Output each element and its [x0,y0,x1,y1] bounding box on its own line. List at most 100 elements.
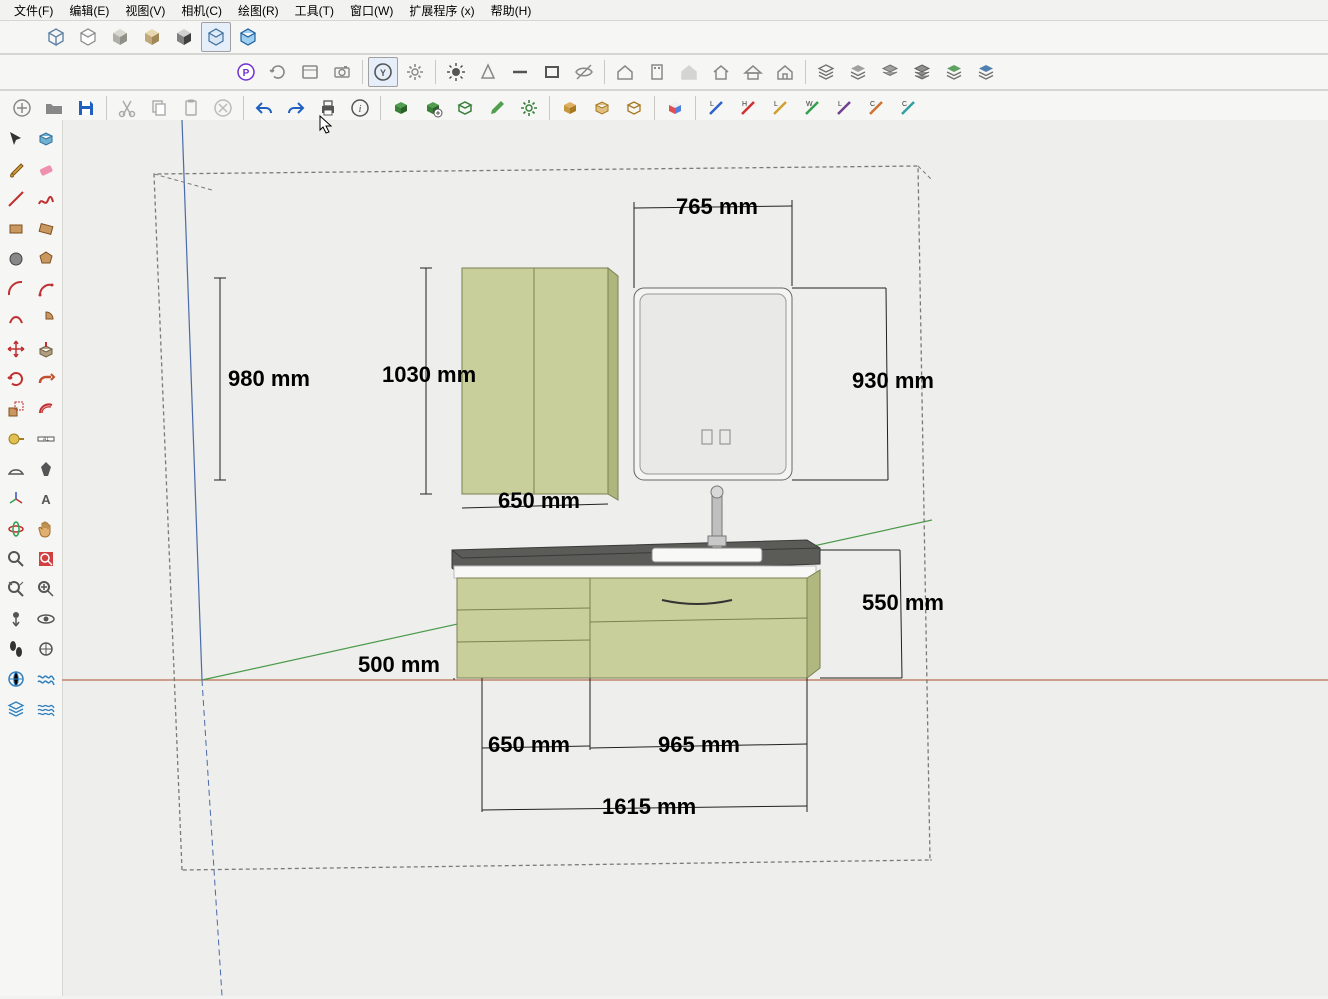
arc-tool-icon[interactable] [2,275,30,303]
house-5-icon[interactable] [770,57,800,87]
look-around-tool-icon[interactable] [32,605,60,633]
eraser-tool-icon[interactable] [32,155,60,183]
comp-1-icon[interactable] [386,93,416,123]
eye-off-icon[interactable] [569,57,599,87]
dimension-tool-icon[interactable]: A1 [32,425,60,453]
menu-tools[interactable]: 工具(T) [287,2,342,19]
followme-tool-icon[interactable] [32,365,60,393]
open-icon[interactable] [39,93,69,123]
zoom-extents-tool-icon[interactable] [2,575,30,603]
style-shaded-icon[interactable] [105,22,135,52]
zoom-window-tool-icon[interactable] [32,545,60,573]
scale-tool-icon[interactable] [2,395,30,423]
layers-5-icon[interactable] [939,57,969,87]
select-tool-icon[interactable] [2,125,30,153]
layers-2-icon[interactable] [843,57,873,87]
refresh-icon[interactable] [263,57,293,87]
house-2-icon[interactable] [674,57,704,87]
menu-view[interactable]: 视图(V) [117,2,173,19]
orbit-tool-icon[interactable] [2,515,30,543]
menu-help[interactable]: 帮助(H) [483,2,540,19]
rectangle-tool-icon[interactable] [2,215,30,243]
pen-7-icon[interactable]: C [893,93,923,123]
house-4-icon[interactable] [738,57,768,87]
style-mono-icon[interactable] [169,22,199,52]
cut-icon[interactable] [112,93,142,123]
style-xray-icon[interactable] [201,22,231,52]
camera-icon[interactable] [327,57,357,87]
new-icon[interactable] [7,93,37,123]
box-2-icon[interactable] [587,93,617,123]
comp-3-icon[interactable] [450,93,480,123]
viewport-3d[interactable]: 980 mm 1030 mm 650 mm 765 mm 930 mm 500 … [62,120,1328,996]
layers-tool-icon[interactable] [2,695,30,723]
comp-2-icon[interactable] [418,93,448,123]
3dtext-tool-icon[interactable]: A [32,485,60,513]
rect-icon[interactable] [537,57,567,87]
pen-1-icon[interactable]: L [701,93,731,123]
gear-icon[interactable] [400,57,430,87]
save-icon[interactable] [71,93,101,123]
line-tool-icon[interactable] [2,185,30,213]
tape-tool-icon[interactable] [2,425,30,453]
arc2-tool-icon[interactable] [32,275,60,303]
axes-tool-icon[interactable] [2,485,30,513]
waves-tool-icon[interactable] [32,665,60,693]
layers-3-icon[interactable] [875,57,905,87]
menu-draw[interactable]: 绘图(R) [230,2,287,19]
protractor-tool-icon[interactable] [2,455,30,483]
paint-tool-icon[interactable] [2,155,30,183]
box-1-icon[interactable] [555,93,585,123]
rotated-rect-tool-icon[interactable] [32,215,60,243]
delete-icon[interactable] [208,93,238,123]
brush-icon[interactable] [482,93,512,123]
plugin-p-icon[interactable]: P [231,57,261,87]
pen-2-icon[interactable]: H [733,93,763,123]
gear2-icon[interactable] [514,93,544,123]
menu-ext[interactable]: 扩展程序 (x) [401,2,482,19]
clock-y-icon[interactable]: Y [368,57,398,87]
house-1-icon[interactable] [610,57,640,87]
building-icon[interactable] [642,57,672,87]
house-3-icon[interactable] [706,57,736,87]
style-hidden-line-icon[interactable] [73,22,103,52]
section-tool-icon[interactable] [32,635,60,663]
previous-view-tool-icon[interactable] [32,575,60,603]
frame-icon[interactable] [295,57,325,87]
rotate-tool-icon[interactable] [2,365,30,393]
line-icon[interactable] [505,57,535,87]
move-tool-icon[interactable] [2,335,30,363]
copy-icon[interactable] [144,93,174,123]
pie-tool-icon[interactable] [32,305,60,333]
offset-tool-icon[interactable] [32,395,60,423]
text-tool-icon[interactable] [32,455,60,483]
menu-file[interactable]: 文件(F) [6,2,61,19]
style-shaded-tex-icon[interactable] [137,22,167,52]
circle-tool-icon[interactable] [2,245,30,273]
pen-5-icon[interactable]: L [829,93,859,123]
layers-6-icon[interactable] [971,57,1001,87]
redo-icon[interactable] [281,93,311,123]
sandbox-tool-icon[interactable] [2,665,30,693]
pan-tool-icon[interactable] [32,515,60,543]
layers-4-icon[interactable] [907,57,937,87]
menu-edit[interactable]: 编辑(E) [61,2,117,19]
menu-camera[interactable]: 相机(C) [173,2,230,19]
cone-icon[interactable] [473,57,503,87]
style-back-edges-icon[interactable] [233,22,263,52]
pen-4-icon[interactable]: W [797,93,827,123]
zoom-tool-icon[interactable] [2,545,30,573]
paste-icon[interactable] [176,93,206,123]
waves2-tool-icon[interactable] [32,695,60,723]
sun-icon[interactable] [441,57,471,87]
walk-tool-icon[interactable] [2,635,30,663]
style-wireframe-icon[interactable] [41,22,71,52]
box-3-icon[interactable] [619,93,649,123]
pen-3-icon[interactable]: L [765,93,795,123]
info-icon[interactable]: i [345,93,375,123]
component-tool-icon[interactable] [32,125,60,153]
undo-icon[interactable] [249,93,279,123]
freehand-tool-icon[interactable] [32,185,60,213]
arc3-tool-icon[interactable] [2,305,30,333]
pen-6-icon[interactable]: C [861,93,891,123]
